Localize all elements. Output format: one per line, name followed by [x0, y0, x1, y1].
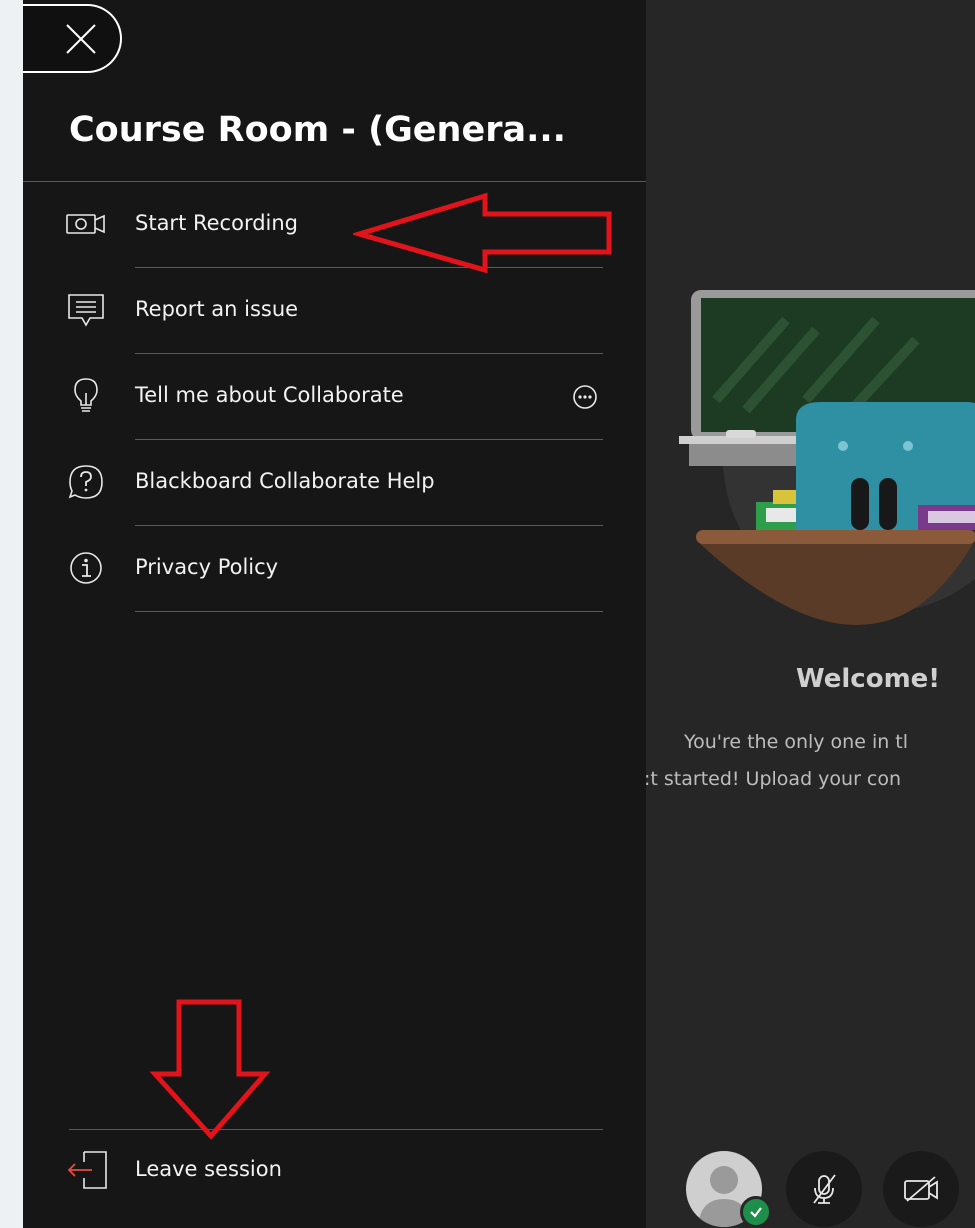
info-icon — [66, 548, 106, 588]
status-check-icon — [740, 1196, 772, 1228]
video-camera-icon — [66, 204, 106, 244]
help-icon — [66, 462, 106, 502]
camera-toggle-button[interactable] — [883, 1151, 959, 1227]
menu-label-report-issue: Report an issue — [135, 297, 299, 321]
microphone-muted-icon — [813, 1174, 836, 1204]
welcome-illustration — [679, 290, 975, 625]
menu-item-report-issue[interactable]: Report an issue — [23, 268, 646, 354]
menu-label-tell-me-about-collaborate: Tell me about Collaborate — [135, 383, 404, 407]
session-title: Course Room - (Genera... — [69, 110, 566, 150]
leave-session-button[interactable]: Leave session — [23, 1130, 646, 1210]
welcome-message-line-2: :t started! Upload your con — [646, 768, 902, 790]
lightbulb-icon — [66, 376, 106, 416]
close-icon — [65, 23, 96, 54]
menu-label-start-recording: Start Recording — [135, 211, 299, 235]
menu-item-privacy-policy[interactable]: Privacy Policy — [23, 526, 646, 612]
session-menu-panel: Course Room - (Genera... Start Recording — [23, 0, 646, 1228]
chat-bubble-icon — [66, 290, 106, 330]
leave-session-icon — [66, 1150, 110, 1194]
microphone-toggle-button[interactable] — [786, 1151, 862, 1227]
menu-label-collaborate-help: Blackboard Collaborate Help — [135, 469, 435, 493]
leave-session-label: Leave session — [135, 1157, 282, 1181]
collaborate-app: Welcome! You're the only one in tl :t st… — [23, 0, 975, 1228]
menu-divider — [135, 611, 603, 612]
welcome-message-line-1: You're the only one in tl — [684, 731, 909, 753]
menu-item-collaborate-help[interactable]: Blackboard Collaborate Help — [23, 440, 646, 526]
annotation-arrow-left — [353, 192, 612, 274]
main-stage: Welcome! You're the only one in tl :t st… — [646, 0, 975, 1228]
outer-window-edge — [0, 0, 23, 1228]
menu-label-privacy-policy: Privacy Policy — [135, 555, 279, 579]
welcome-title: Welcome! — [796, 664, 941, 694]
camera-off-icon — [904, 1176, 938, 1202]
annotation-arrow-down — [149, 999, 271, 1140]
menu-item-tell-me-about-collaborate[interactable]: Tell me about Collaborate — [23, 354, 646, 440]
close-panel-button[interactable] — [23, 4, 122, 73]
more-options-icon[interactable] — [571, 383, 599, 411]
